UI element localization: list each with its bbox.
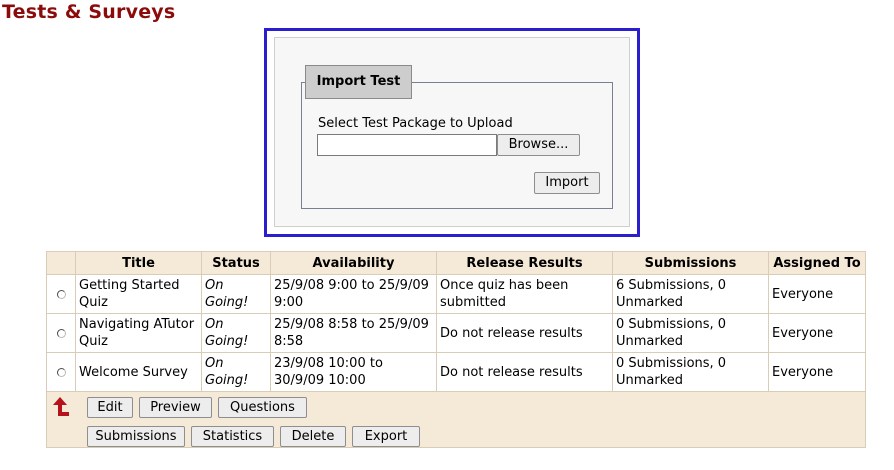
row-radio[interactable] (56, 328, 66, 338)
import-legend: Import Test (305, 65, 412, 99)
test-submissions: 6 Submissions, 0 Unmarked (612, 274, 769, 314)
test-status: On Going! (201, 313, 271, 353)
arrow-up-left-icon (53, 397, 69, 416)
test-submissions: 0 Submissions, 0 Unmarked (612, 352, 769, 392)
select-column-header (46, 251, 76, 275)
row-select-cell[interactable] (46, 313, 76, 353)
delete-button[interactable]: Delete (280, 426, 346, 447)
tests-table: Title Status Availability Release Result… (46, 251, 866, 448)
test-title: Welcome Survey (75, 352, 202, 392)
page-title: Tests & Surveys (2, 1, 176, 23)
test-availability: 23/9/08 10:00 to 30/9/09 10:00 (270, 352, 437, 392)
submissions-button[interactable]: Submissions (87, 426, 185, 447)
row-select-cell[interactable] (46, 352, 76, 392)
test-assigned-to: Everyone (768, 352, 866, 392)
table-actions-row: Edit Preview Questions Submissions Stati… (46, 391, 866, 448)
table-row[interactable]: Getting Started Quiz On Going! 25/9/08 9… (46, 274, 866, 314)
test-release-results: Do not release results (436, 352, 613, 392)
column-header-release-results[interactable]: Release Results (436, 251, 613, 275)
column-header-submissions[interactable]: Submissions (612, 251, 769, 275)
preview-button[interactable]: Preview (139, 397, 212, 418)
column-header-status[interactable]: Status (201, 251, 271, 275)
table-header-row: Title Status Availability Release Result… (46, 251, 866, 275)
questions-button[interactable]: Questions (218, 397, 307, 418)
row-select-cell[interactable] (46, 274, 76, 314)
upload-label: Select Test Package to Upload (318, 116, 513, 131)
test-status: On Going! (201, 274, 271, 314)
table-row[interactable]: Welcome Survey On Going! 23/9/08 10:00 t… (46, 352, 866, 392)
row-radio[interactable] (56, 367, 66, 377)
row-radio[interactable] (56, 289, 66, 299)
test-assigned-to: Everyone (768, 274, 866, 314)
test-status: On Going! (201, 352, 271, 392)
browse-button[interactable]: Browse... (497, 134, 580, 156)
import-form: Import Test Select Test Package to Uploa… (274, 37, 630, 227)
test-submissions: 0 Submissions, 0 Unmarked (612, 313, 769, 353)
test-assigned-to: Everyone (768, 313, 866, 353)
edit-button[interactable]: Edit (87, 397, 133, 418)
column-header-title[interactable]: Title (75, 251, 202, 275)
statistics-button[interactable]: Statistics (191, 426, 274, 447)
import-button[interactable]: Import (534, 172, 600, 194)
column-header-assigned-to[interactable]: Assigned To (768, 251, 866, 275)
file-path-input[interactable] (317, 134, 497, 156)
test-title: Navigating ATutor Quiz (75, 313, 202, 353)
test-title: Getting Started Quiz (75, 274, 202, 314)
test-availability: 25/9/08 8:58 to 25/9/09 8:58 (270, 313, 437, 353)
import-test-panel: Import Test Select Test Package to Uploa… (264, 28, 640, 237)
test-availability: 25/9/08 9:00 to 25/9/09 9:00 (270, 274, 437, 314)
test-release-results: Do not release results (436, 313, 613, 353)
test-release-results: Once quiz has been submitted (436, 274, 613, 314)
export-button[interactable]: Export (352, 426, 420, 447)
column-header-availability[interactable]: Availability (270, 251, 437, 275)
table-row[interactable]: Navigating ATutor Quiz On Going! 25/9/08… (46, 313, 866, 353)
table-actions: Edit Preview Questions Submissions Stati… (46, 391, 866, 448)
